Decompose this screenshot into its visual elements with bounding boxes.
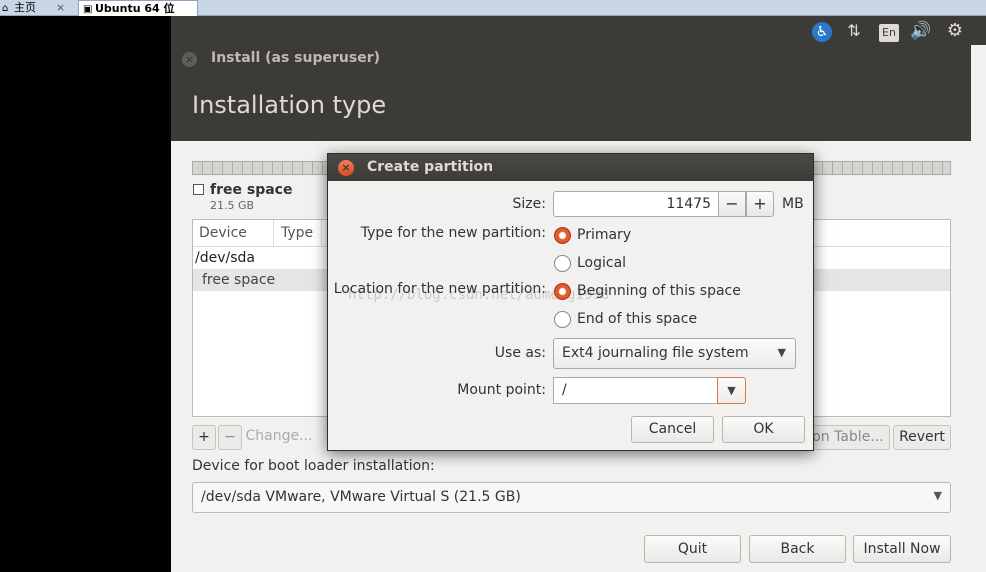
- ok-button[interactable]: OK: [722, 416, 805, 443]
- free-space-label: free space: [210, 182, 293, 198]
- column-separator: [273, 220, 274, 247]
- mount-point-label: Mount point:: [457, 382, 546, 398]
- size-decrement-button[interactable]: −: [718, 191, 746, 217]
- mount-point-dropdown-button[interactable]: ▼: [717, 377, 746, 404]
- add-partition-button[interactable]: +: [192, 425, 216, 450]
- use-as-label: Use as:: [494, 345, 546, 361]
- chevron-down-icon: ▼: [727, 384, 736, 397]
- create-partition-dialog: × Create partition http://blog.csdn.net/…: [327, 153, 814, 451]
- type-logical-label[interactable]: Logical: [577, 255, 626, 271]
- revert-button[interactable]: Revert: [893, 425, 951, 450]
- change-partition-button[interactable]: Change...: [243, 425, 315, 450]
- accessibility-icon[interactable]: ♿: [810, 19, 834, 43]
- location-beginning-radio[interactable]: [554, 283, 571, 300]
- quit-button[interactable]: Quit: [644, 535, 741, 563]
- size-increment-button[interactable]: +: [746, 191, 774, 217]
- type-primary-label[interactable]: Primary: [577, 227, 631, 243]
- type-primary-radio[interactable]: [554, 227, 571, 244]
- screen: ⌂ 主页 × ▣ Ubuntu 64 位 ♿ ⇅ En 🔊 ⚙ × Install …: [0, 0, 986, 572]
- new-partition-table-button[interactable]: ion Table...: [802, 425, 890, 450]
- dialog-close-button[interactable]: ×: [338, 160, 354, 176]
- keyboard-layout-icon[interactable]: En: [877, 19, 901, 43]
- column-type[interactable]: Type: [281, 225, 313, 241]
- bootloader-select[interactable]: /dev/sda VMware, VMware Virtual S (21.5 …: [192, 482, 951, 513]
- location-end-radio[interactable]: [554, 311, 571, 328]
- column-device[interactable]: Device: [199, 225, 247, 241]
- window-titlebar: × Install (as superuser): [171, 45, 971, 73]
- home-icon: ⌂: [2, 3, 9, 14]
- location-label: Location for the new partition:: [333, 281, 546, 297]
- remove-partition-button[interactable]: −: [218, 425, 242, 450]
- row-device: free space: [202, 272, 276, 288]
- size-unit: MB: [782, 196, 804, 212]
- keyboard-layout-label: En: [879, 24, 899, 42]
- bootloader-label: Device for boot loader installation:: [192, 458, 435, 474]
- sound-icon[interactable]: 🔊: [909, 19, 933, 43]
- host-tab-ubuntu[interactable]: ▣ Ubuntu 64 位: [78, 0, 198, 16]
- window-close-button[interactable]: ×: [182, 52, 197, 67]
- network-icon[interactable]: ⇅: [842, 19, 866, 43]
- gear-icon[interactable]: ⚙: [943, 19, 967, 43]
- use-as-value: Ext4 journaling file system: [562, 345, 749, 361]
- bootloader-value: /dev/sda VMware, VMware Virtual S (21.5 …: [201, 489, 521, 505]
- size-input[interactable]: 11475: [553, 191, 720, 217]
- dialog-title: Create partition: [367, 159, 494, 175]
- location-beginning-label[interactable]: Beginning of this space: [577, 283, 741, 299]
- row-device: /dev/sda: [195, 250, 255, 266]
- cancel-button[interactable]: Cancel: [631, 416, 714, 443]
- accessibility-glyph: ♿: [812, 22, 832, 42]
- host-tab-strip: ⌂ 主页 × ▣ Ubuntu 64 位: [0, 0, 986, 16]
- top-panel: ♿ ⇅ En 🔊 ⚙: [171, 16, 986, 45]
- back-button[interactable]: Back: [749, 535, 846, 563]
- mount-point-input[interactable]: /: [553, 377, 718, 404]
- chevron-down-icon: ▼: [933, 489, 942, 502]
- host-tab-home-label: 主页: [14, 1, 36, 14]
- page-title: Installation type: [192, 91, 387, 119]
- host-tab-home[interactable]: ⌂ 主页 ×: [0, 0, 70, 16]
- host-tab-ubuntu-label: Ubuntu 64 位: [95, 2, 175, 15]
- column-separator: [321, 220, 322, 247]
- free-space-swatch: [193, 184, 204, 195]
- install-now-button[interactable]: Install Now: [853, 535, 951, 563]
- dialog-titlebar: × Create partition: [328, 154, 813, 181]
- use-as-select[interactable]: Ext4 journaling file system ▼: [553, 338, 796, 369]
- location-end-label[interactable]: End of this space: [577, 311, 697, 327]
- size-label: Size:: [512, 196, 546, 212]
- page-header: Installation type: [171, 73, 971, 141]
- type-label: Type for the new partition:: [360, 225, 546, 241]
- chevron-down-icon: ▼: [777, 346, 786, 359]
- type-logical-radio[interactable]: [554, 255, 571, 272]
- vm-icon: ▣: [83, 4, 93, 15]
- free-space-size: 21.5 GB: [210, 199, 255, 212]
- window-title: Install (as superuser): [211, 50, 380, 66]
- close-icon[interactable]: ×: [56, 0, 65, 15]
